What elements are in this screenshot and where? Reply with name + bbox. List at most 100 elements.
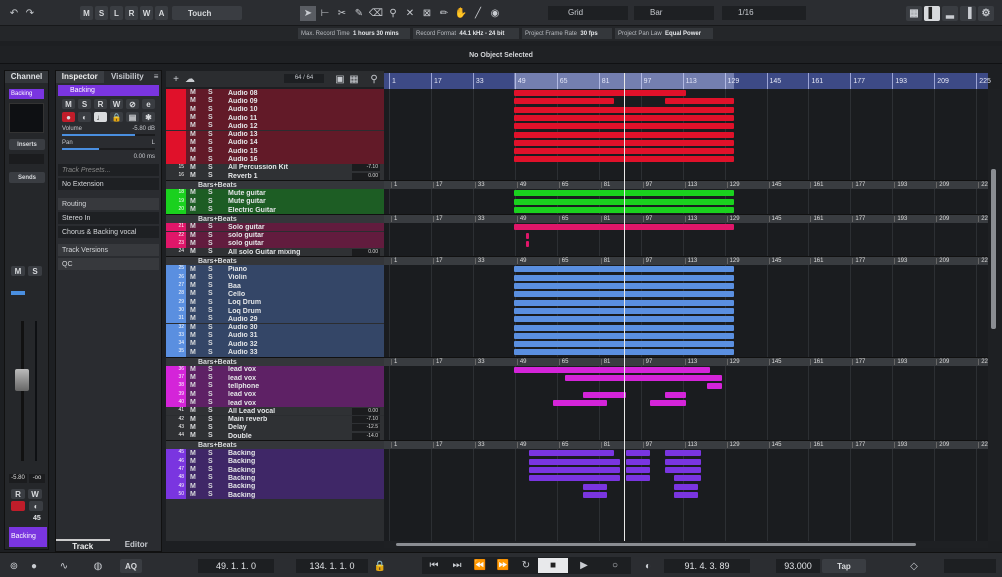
track-row[interactable]: 22 M Ssolo guitar xyxy=(166,231,384,240)
track-name[interactable]: Mute guitar xyxy=(222,190,384,197)
mute-button[interactable]: M xyxy=(190,131,204,139)
mute-button[interactable]: M xyxy=(190,232,204,240)
record-format[interactable]: Record Format 44.1 kHz - 24 bit xyxy=(413,28,519,39)
tab-inspector[interactable]: Inspector xyxy=(56,71,104,83)
track-name[interactable]: Loq Drum xyxy=(222,299,384,306)
solo-button[interactable]: S xyxy=(208,97,222,105)
mute-button[interactable]: M xyxy=(190,274,204,282)
solo-button[interactable]: S xyxy=(208,349,222,357)
record-icon[interactable]: ● xyxy=(62,112,75,122)
solo-button[interactable]: S xyxy=(208,198,222,206)
solo-button[interactable]: S xyxy=(208,307,222,315)
track-name[interactable]: Delay xyxy=(222,424,352,431)
mute-button[interactable]: M xyxy=(190,399,204,407)
mute-button[interactable]: M xyxy=(190,483,204,491)
auto-quantize-button[interactable]: AQ xyxy=(120,559,142,573)
track-row[interactable]: 43 M S Delay -12.5 xyxy=(166,423,384,433)
lower-zone-icon[interactable]: ▂ xyxy=(942,6,958,21)
pointer-tool-icon[interactable]: ➤ xyxy=(300,6,316,21)
track-name[interactable]: Audio 33 xyxy=(222,349,384,356)
lanes-icon[interactable]: ▤ xyxy=(126,112,139,122)
solo-button[interactable]: S xyxy=(208,248,222,256)
waveform-icon[interactable]: ∿ xyxy=(56,559,72,574)
track-name[interactable]: Reverb 1 xyxy=(222,173,352,180)
audio-event[interactable] xyxy=(583,391,626,398)
mute-button[interactable]: M xyxy=(190,248,204,256)
play-icon[interactable]: ▶ xyxy=(569,558,599,573)
time-warp-icon[interactable]: ⊠ xyxy=(419,6,435,21)
audio-event[interactable] xyxy=(664,458,702,465)
solo-button[interactable]: S xyxy=(208,299,222,307)
edit-icon[interactable]: e xyxy=(142,99,155,109)
monitor-button[interactable]: ◐ xyxy=(29,501,43,511)
solo-button[interactable]: S xyxy=(208,324,222,332)
state-button-s[interactable]: S xyxy=(95,6,108,20)
freeze-icon[interactable]: ✱ xyxy=(142,112,155,122)
hand-tool-icon[interactable]: ✋ xyxy=(453,6,469,21)
track-name[interactable]: Loq Drum xyxy=(222,308,384,315)
audio-event[interactable] xyxy=(513,366,711,373)
go-to-end-icon[interactable]: ⏭ xyxy=(446,558,468,573)
mute-button[interactable]: M xyxy=(190,450,204,458)
folder-track[interactable]: Bars+Beats xyxy=(166,440,384,450)
audio-event[interactable] xyxy=(625,458,650,465)
audio-event[interactable] xyxy=(583,491,608,498)
mute-button[interactable]: M xyxy=(190,172,204,180)
audio-event[interactable] xyxy=(625,450,650,457)
cloud-icon[interactable]: ☁ xyxy=(182,72,198,87)
track-row[interactable]: 40 M Slead vox xyxy=(166,398,384,408)
mute-button[interactable]: M xyxy=(190,466,204,474)
metronome-icon[interactable]: ◐ xyxy=(640,559,656,574)
mute-button[interactable]: M xyxy=(190,114,204,122)
audio-event[interactable] xyxy=(528,458,620,465)
inserts-button[interactable]: Inserts xyxy=(9,139,45,150)
horizontal-scrollbar[interactable] xyxy=(384,541,988,548)
solo-button[interactable]: S xyxy=(208,374,222,382)
mute-button[interactable]: M xyxy=(190,307,204,315)
solo-button[interactable]: S xyxy=(78,99,91,109)
solo-button[interactable]: S xyxy=(208,466,222,474)
track-name[interactable]: Audio 16 xyxy=(222,156,384,163)
mute-button[interactable]: M xyxy=(190,223,204,231)
mute-button[interactable]: M xyxy=(190,189,204,197)
track-name[interactable]: Main reverb xyxy=(222,416,352,423)
solo-button[interactable]: S xyxy=(208,189,222,197)
track-versions-section[interactable]: Track Versions xyxy=(58,244,159,256)
left-zone-icon[interactable]: ▌ xyxy=(924,6,940,21)
state-button-a[interactable]: A xyxy=(155,6,168,20)
track-name[interactable]: solo guitar xyxy=(222,240,384,247)
mute-button[interactable]: M xyxy=(190,266,204,274)
track-row[interactable]: 35 M S Audio 33 xyxy=(166,348,384,357)
play-tool-icon[interactable]: ◉ xyxy=(487,6,503,21)
tab-track[interactable]: Track xyxy=(56,539,110,551)
solo-button[interactable]: S xyxy=(208,391,222,399)
solo-button[interactable]: S xyxy=(208,416,222,424)
output-routing-select[interactable]: Chorus & Backing vocal xyxy=(58,226,159,238)
track-volume[interactable]: 0.00 xyxy=(352,172,380,180)
track-name[interactable]: Violin xyxy=(222,274,384,281)
solo-button[interactable]: S xyxy=(28,266,42,276)
mute-button[interactable]: M xyxy=(190,332,204,340)
audio-event[interactable] xyxy=(649,399,686,406)
track-name[interactable]: All Percussion Kit xyxy=(222,164,352,171)
solo-button[interactable]: S xyxy=(208,450,222,458)
tab-editor[interactable]: Editor xyxy=(110,539,164,551)
solo-button[interactable]: S xyxy=(208,382,222,390)
solo-button[interactable]: S xyxy=(208,290,222,298)
mute-button[interactable]: M xyxy=(11,266,25,276)
track-name[interactable]: Audio 09 xyxy=(222,98,384,105)
solo-button[interactable]: S xyxy=(208,232,222,240)
record-enable-button[interactable] xyxy=(11,501,25,511)
mute-button[interactable]: M xyxy=(190,416,204,424)
track-name[interactable]: lead vox xyxy=(222,366,384,373)
folder-track[interactable]: Bars+Beats xyxy=(166,180,384,190)
track-row[interactable]: 36 M Slead vox xyxy=(166,365,384,374)
track-row[interactable]: 30 M S Loq Drum xyxy=(166,306,384,316)
track-name[interactable]: Electric Guitar xyxy=(222,207,384,214)
track-volume[interactable]: 0.00 xyxy=(352,407,380,415)
track-volume[interactable]: 0.00 xyxy=(352,248,380,256)
track-name[interactable]: Audio 31 xyxy=(222,332,384,339)
track-row[interactable]: 28 M S Cello xyxy=(166,290,384,299)
solo-button[interactable]: S xyxy=(208,122,222,130)
track-row[interactable]: 25 M S Piano xyxy=(166,265,384,274)
